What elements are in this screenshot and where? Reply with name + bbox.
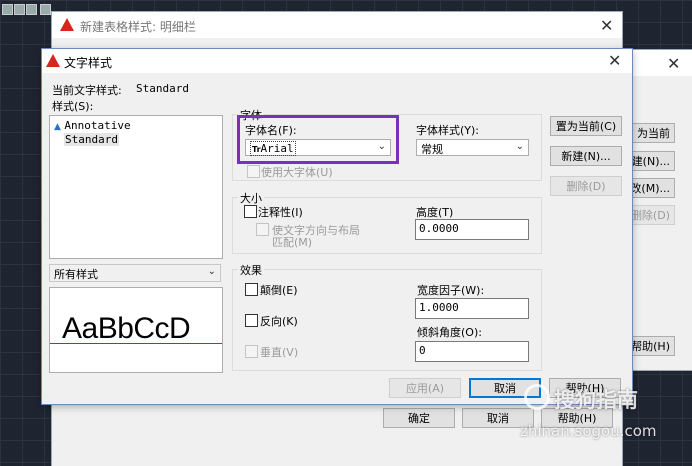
toolbar-icon[interactable]	[26, 4, 37, 15]
styles-list[interactable]: ▲ Annotative Standard	[49, 115, 223, 259]
big-font-label: 使用大字体(U)	[261, 166, 333, 179]
font-style-dropdown[interactable]: 常规 ⌄	[416, 139, 529, 156]
upside-down-label: 颠倒(E)	[260, 284, 298, 297]
table-style-titlebar: 新建表格样式: 明细栏 ✕	[52, 12, 622, 38]
style-filter-dropdown[interactable]: 所有样式 ⌄	[49, 264, 221, 282]
watermark-text: 搜狗指南	[554, 388, 638, 412]
watermark-url: zhinan.sogou.com	[520, 422, 657, 440]
match-orientation-label-line2: 匹配(M)	[272, 236, 313, 249]
height-input[interactable]: 0.0000	[415, 219, 529, 240]
annotative-icon: ▲	[54, 122, 61, 132]
preview-pane: AaBbCcD	[49, 287, 223, 373]
effects-group-title: 效果	[238, 262, 264, 278]
preview-text: AaBbCcD	[62, 312, 191, 345]
chevron-down-icon: ⌄	[515, 141, 524, 152]
delete-button[interactable]: 删除(D)	[550, 176, 622, 196]
annotative-label: 注释性(I)	[258, 206, 303, 219]
set-current-button[interactable]: 置为当前(C)	[550, 116, 622, 136]
list-item[interactable]: ▲ Annotative	[54, 119, 131, 132]
text-style-dialog: 文字样式 ✕ 当前文字样式: Standard 样式(S): ▲ Annotat…	[42, 49, 632, 404]
sogou-logo-icon	[524, 384, 550, 410]
new-button[interactable]: 新建(N)...	[550, 146, 622, 166]
upside-down-checkbox[interactable]	[245, 283, 258, 296]
big-font-checkbox[interactable]	[247, 165, 260, 178]
height-label: 高度(T)	[416, 206, 454, 219]
close-icon[interactable]: ✕	[608, 53, 621, 69]
match-orientation-checkbox[interactable]	[256, 223, 269, 236]
vertical-label: 垂直(V)	[260, 346, 299, 359]
oblique-input[interactable]: 0	[415, 341, 529, 362]
ok-button[interactable]: 确定	[383, 408, 455, 428]
close-icon[interactable]: ✕	[600, 18, 613, 34]
backwards-label: 反向(K)	[260, 315, 298, 328]
highlight-box	[237, 115, 399, 164]
toolbar-icon[interactable]	[40, 4, 51, 15]
chevron-down-icon: ⌄	[207, 266, 216, 277]
close-icon[interactable]: ✕	[667, 56, 680, 72]
toolbar-icon[interactable]	[2, 4, 13, 15]
styles-label: 样式(S):	[52, 100, 94, 113]
list-item[interactable]: Standard	[64, 133, 119, 146]
annotative-checkbox[interactable]	[244, 205, 257, 218]
backwards-checkbox[interactable]	[245, 314, 258, 327]
font-style-label: 字体样式(Y):	[416, 124, 480, 137]
dialog-title: 文字样式	[64, 56, 113, 70]
width-factor-label: 宽度因子(W):	[417, 284, 485, 297]
autocad-app-icon	[46, 54, 60, 67]
dialog-titlebar: 文字样式 ✕	[42, 49, 632, 73]
current-style-value: Standard	[136, 82, 189, 95]
watermark: 搜狗指南 zhinan.sogou.com	[520, 382, 688, 442]
vertical-checkbox[interactable]	[245, 345, 258, 358]
oblique-label: 倾斜角度(O):	[417, 326, 482, 339]
current-style-label: 当前文字样式:	[52, 84, 122, 97]
table-style-title: 新建表格样式: 明细栏	[80, 20, 196, 34]
width-factor-input[interactable]: 1.0000	[415, 298, 529, 319]
toolbar-icon[interactable]	[14, 4, 25, 15]
autocad-app-icon	[60, 18, 74, 31]
apply-button[interactable]: 应用(A)	[389, 378, 461, 398]
